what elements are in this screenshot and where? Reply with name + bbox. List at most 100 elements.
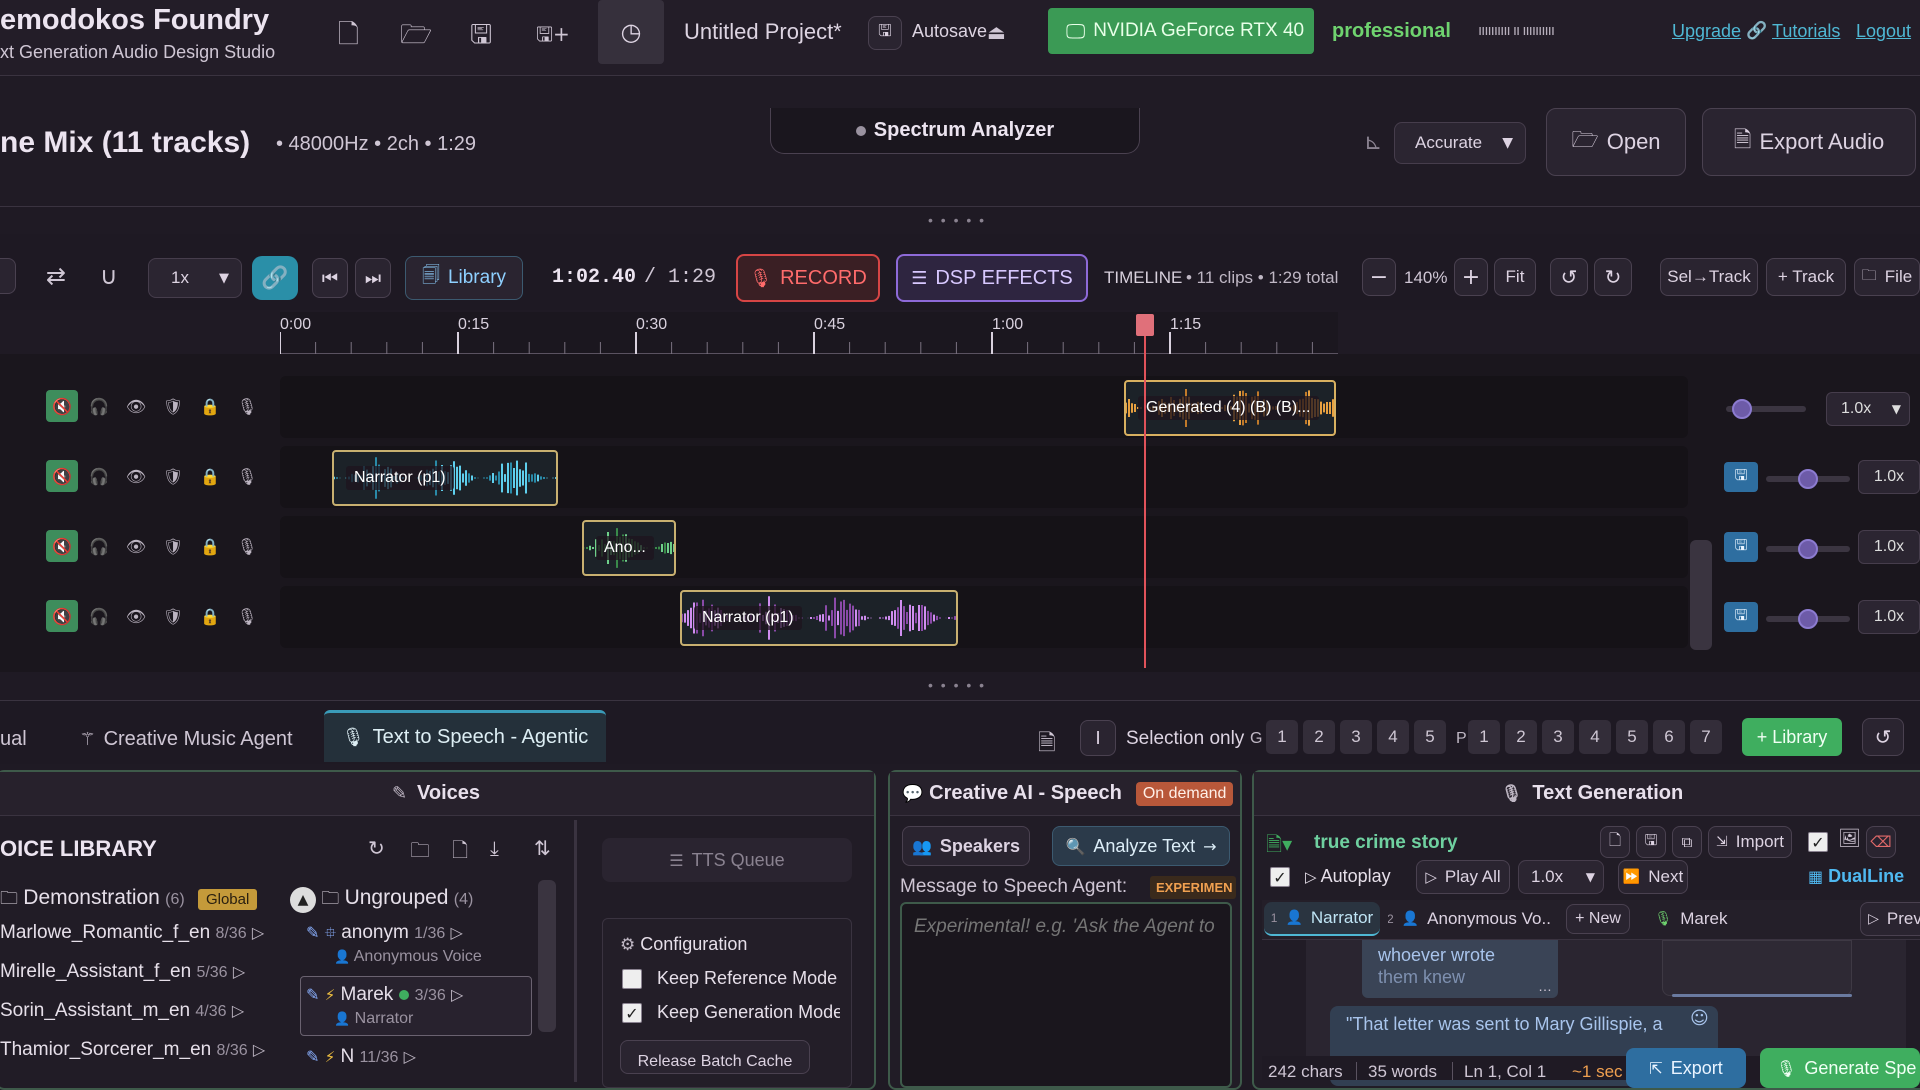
audio-clip[interactable]: Generated (4) (B) (B)... — [1124, 380, 1336, 436]
autosave-label[interactable]: Autosave — [912, 21, 987, 42]
keep-reference-row[interactable]: Keep Reference Mode — [622, 968, 840, 990]
page-number-button[interactable]: 5 — [1616, 720, 1648, 754]
project-name[interactable]: Untitled Project* — [684, 19, 842, 45]
voice-list-item[interactable]: Mirelle_Assistant_f_en 5/36 ▷ — [0, 961, 245, 983]
track-speed-value[interactable]: 1.0x — [1858, 600, 1920, 634]
track-lane[interactable] — [280, 516, 1688, 578]
speaker-tab-narrator[interactable]: 1 👤 Narrator — [1264, 902, 1380, 936]
tab-tts-agentic[interactable]: 🎙 Text to Speech - Agentic — [324, 710, 606, 762]
track-speed-value[interactable]: 1.0x — [1858, 460, 1920, 494]
image-icon[interactable]: 🖼 — [1838, 828, 1861, 849]
volume-knob[interactable] — [1798, 609, 1818, 629]
audio-clip[interactable]: Ano... — [582, 520, 676, 576]
new-folder-icon[interactable]: 🗀 — [410, 836, 430, 870]
open-folder-icon[interactable]: 🗁 — [400, 16, 432, 60]
voice-list-item[interactable]: ✎ ⚡ N 11/36 ▷ — [306, 1046, 416, 1068]
record-button[interactable]: 🎙 RECORD — [736, 254, 880, 302]
microphone-icon[interactable]: 🎙 — [231, 600, 263, 632]
new-file-icon[interactable]: 🗋 — [338, 16, 359, 60]
open-button[interactable]: 🗁 Open — [1546, 108, 1686, 176]
shield-icon[interactable]: 🛡 — [157, 530, 189, 562]
refresh-icon[interactable]: ↻ — [368, 836, 385, 860]
speaker-tab-anonymous[interactable]: 2 👤 Anonymous Vo.. — [1388, 902, 1550, 936]
analyze-text-button[interactable]: 🔍 Analyze Text → — [1052, 826, 1230, 866]
add-track-button[interactable]: + Track — [1766, 258, 1846, 296]
shield-icon[interactable]: 🛡 — [157, 390, 189, 422]
sort-icon[interactable]: ⇅ — [534, 836, 551, 860]
fit-button[interactable]: Fit — [1494, 258, 1536, 296]
headphones-icon[interactable]: 🎧 — [83, 530, 115, 562]
add-voice-icon[interactable]: 🗋 — [452, 836, 468, 870]
mute-icon[interactable]: 🔇 — [46, 600, 78, 632]
logout-link[interactable]: Logout — [1856, 21, 1911, 42]
play-icon[interactable]: ▷ — [232, 1001, 244, 1020]
play-all-button[interactable]: ▷ Play All — [1416, 860, 1510, 894]
mute-icon[interactable]: 🔇 — [46, 460, 78, 492]
eject-icon[interactable]: ⏏ — [987, 20, 1006, 44]
headphones-icon[interactable]: 🎧 — [83, 600, 115, 632]
track-speed-value[interactable]: 1.0x — [1858, 530, 1920, 564]
mute-icon[interactable]: 🔇 — [46, 530, 78, 562]
splitter-handle-2[interactable]: • • • • • — [928, 677, 986, 693]
edit-icon[interactable]: ✎ — [306, 923, 319, 942]
speakers-button[interactable]: 👥 Speakers — [902, 826, 1030, 866]
eye-icon[interactable]: 👁 — [120, 530, 152, 562]
emoji-icon[interactable]: ☺ — [1690, 1008, 1709, 1029]
lock-icon[interactable]: 🔒 — [194, 390, 226, 422]
speaker-tab-marek[interactable]: 🎙 Marek — [1650, 902, 1732, 936]
library-button[interactable]: 🗐 Library — [405, 256, 523, 300]
play-icon[interactable]: ▷ — [233, 962, 245, 981]
group-number-button[interactable]: 5 — [1414, 720, 1446, 754]
magnet-icon[interactable]: ∪ — [100, 262, 118, 290]
page-number-button[interactable]: 7 — [1690, 720, 1722, 754]
zoom-in-button[interactable]: + — [1454, 258, 1488, 296]
voice-list-item[interactable]: Marlowe_Romantic_f_en 8/36 ▷ — [0, 922, 264, 944]
tracks-scrollbar[interactable] — [1690, 540, 1712, 650]
group-number-button[interactable]: 3 — [1340, 720, 1372, 754]
selection-only-label[interactable]: Selection only — [1126, 728, 1244, 750]
page-number-button[interactable]: 4 — [1579, 720, 1611, 754]
track-lane[interactable] — [280, 586, 1688, 648]
shield-icon[interactable]: 🛡 — [157, 600, 189, 632]
redo-button[interactable]: ↻ — [1594, 258, 1632, 296]
agent-message-input[interactable] — [900, 902, 1232, 1088]
track-lane[interactable] — [280, 376, 1688, 438]
history-button[interactable]: ◷ — [598, 0, 664, 64]
voice-list-item[interactable]: ✎ ⯐ anonym 1/36 ▷ — [306, 922, 463, 948]
play-icon[interactable]: ▷ — [451, 985, 463, 1004]
voice-list-item[interactable]: Sorin_Assistant_m_en 4/36 ▷ — [0, 1000, 244, 1022]
track-speed-select[interactable]: 1.0x ▼ — [1826, 392, 1910, 426]
text-cursor-button[interactable]: I — [1080, 720, 1116, 756]
volume-knob[interactable] — [1798, 539, 1818, 559]
eye-icon[interactable]: 👁 — [120, 600, 152, 632]
play-icon[interactable]: ▷ — [253, 1040, 265, 1059]
autoplay-checkbox[interactable]: ✓ — [1270, 867, 1290, 888]
tg-speed-select[interactable]: 1.0x ▼ — [1518, 860, 1604, 894]
dsp-effects-button[interactable]: ☰ DSP EFFECTS — [896, 254, 1088, 302]
track-save-icon[interactable]: 🖫 — [1724, 462, 1758, 492]
new-doc-button[interactable]: 🗋 — [1600, 826, 1630, 858]
page-number-button[interactable]: 6 — [1653, 720, 1685, 754]
select-tool-button[interactable] — [0, 258, 16, 294]
add-library-button[interactable]: + Library — [1742, 718, 1842, 756]
lock-icon[interactable]: 🔒 — [194, 460, 226, 492]
keep-generation-checkbox[interactable]: ✓ — [622, 1003, 642, 1024]
doc-menu-icon[interactable]: 🗎▾ — [1266, 830, 1292, 864]
document-title[interactable]: true crime story — [1314, 832, 1458, 854]
upgrade-link[interactable]: Upgrade — [1672, 21, 1741, 42]
export-text-button[interactable]: ⇱ Export — [1626, 1048, 1746, 1088]
script-bubble-empty[interactable] — [1662, 940, 1852, 996]
headphones-icon[interactable]: 🎧 — [83, 390, 115, 422]
edit-icon[interactable]: ✎ — [306, 1047, 319, 1066]
playhead-handle[interactable] — [1135, 314, 1154, 336]
save-icon[interactable]: 🖫 — [470, 16, 492, 60]
lock-icon[interactable]: 🔒 — [194, 600, 226, 632]
gpu-badge[interactable]: 🖵 NVIDIA GeForce RTX 40 — [1048, 8, 1314, 54]
sel-to-track-button[interactable]: Sel→Track — [1660, 258, 1758, 296]
tab-manual[interactable]: ual — [0, 728, 27, 751]
next-button[interactable]: ⏩ Next — [1618, 860, 1688, 894]
more-icon[interactable]: … — [1538, 978, 1552, 994]
voice-list-scrollbar[interactable] — [538, 880, 556, 1032]
keep-generation-row[interactable]: ✓ Keep Generation Mode — [622, 1002, 840, 1024]
headphones-icon[interactable]: 🎧 — [83, 460, 115, 492]
